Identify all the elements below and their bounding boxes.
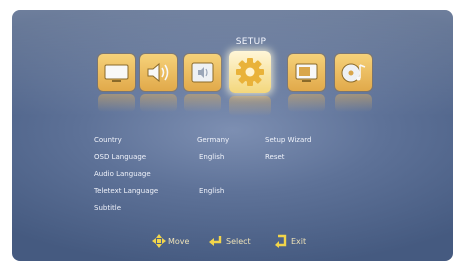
tab-reflection	[140, 94, 177, 112]
tab-reflection	[335, 94, 372, 112]
move-arrows-icon	[152, 234, 166, 248]
tv-settings-icon	[295, 63, 318, 82]
tab-sound[interactable]	[140, 54, 177, 112]
tab-audio[interactable]	[184, 54, 221, 112]
tab-reflection	[229, 96, 271, 116]
tab-setup[interactable]	[229, 51, 271, 116]
osd-language-value[interactable]: English	[199, 153, 224, 161]
menu-item-teletext-language[interactable]: Teletext Language	[94, 187, 158, 195]
tab-reflection	[288, 94, 325, 112]
menu-item-setup-wizard[interactable]: Setup Wizard	[265, 136, 311, 144]
hint-select-label: Select	[226, 237, 251, 246]
tab-reflection	[184, 94, 221, 112]
gear-icon	[236, 58, 264, 86]
menu-item-osd-language[interactable]: OSD Language	[94, 153, 146, 161]
volume-icon	[191, 62, 214, 83]
media-icon	[341, 63, 366, 83]
teletext-language-value[interactable]: English	[199, 187, 224, 195]
hint-exit-label: Exit	[291, 237, 307, 246]
menu-item-audio-language[interactable]: Audio Language	[94, 170, 151, 178]
tab-media[interactable]	[335, 54, 372, 112]
menu-item-subtitle[interactable]: Subtitle	[94, 204, 121, 212]
speaker-icon	[147, 62, 169, 83]
tv-screen-icon	[104, 64, 129, 82]
osd-screen: SETUP Country Germany OSD Language Engli…	[12, 10, 453, 261]
menu-item-reset[interactable]: Reset	[265, 153, 285, 161]
selected-tab-title: SETUP	[235, 37, 267, 47]
tab-tv[interactable]	[288, 54, 325, 112]
menu-tab-bar: SETUP	[12, 10, 453, 120]
hint-move-label: Move	[168, 237, 190, 246]
tab-picture[interactable]	[98, 54, 135, 112]
tab-reflection	[98, 94, 135, 112]
country-value[interactable]: Germany	[197, 136, 229, 144]
enter-arrow-icon	[209, 236, 222, 246]
menu-item-country[interactable]: Country	[94, 136, 122, 144]
exit-arrow-icon	[275, 234, 287, 248]
